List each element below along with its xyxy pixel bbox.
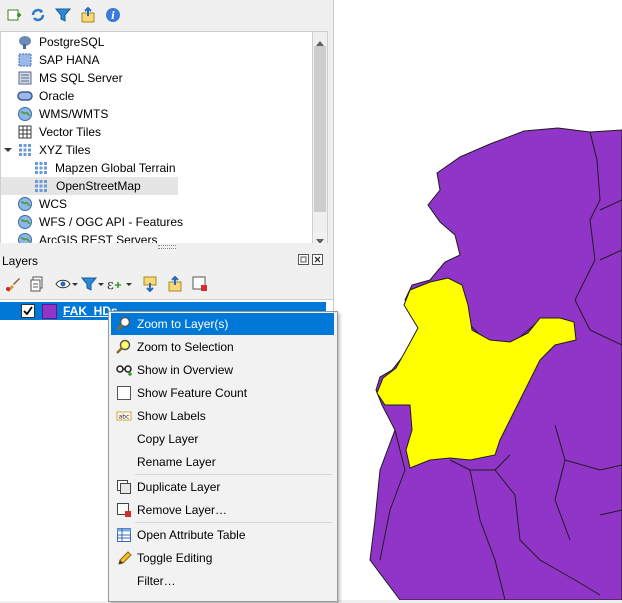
menu-item-show-labels[interactable]: abc Show Labels bbox=[111, 405, 334, 427]
grid-icon bbox=[17, 124, 33, 140]
chevron-down-icon[interactable] bbox=[97, 276, 105, 292]
grid-icon bbox=[33, 178, 49, 194]
menu-item-remove-layer[interactable]: Remove Layer… bbox=[111, 499, 334, 521]
menu-item-show-in-overview[interactable]: Show in Overview bbox=[111, 359, 334, 381]
browser-scrollbar[interactable] bbox=[312, 31, 328, 245]
svg-text:ε: ε bbox=[107, 278, 114, 292]
map-canvas[interactable] bbox=[334, 0, 622, 601]
duplicate-icon bbox=[116, 479, 132, 495]
scrollbar-thumb[interactable] bbox=[314, 46, 326, 212]
globe-icon bbox=[17, 196, 33, 212]
expression-filter-icon[interactable]: ε bbox=[106, 276, 122, 293]
svg-text:abc: abc bbox=[119, 414, 130, 421]
browser-toolbar: i bbox=[0, 0, 333, 30]
tree-item-openstreetmap[interactable]: OpenStreetMap bbox=[1, 177, 178, 195]
filter-icon[interactable] bbox=[54, 7, 72, 23]
menu-item-show-feature-count[interactable]: Show Feature Count bbox=[111, 382, 334, 404]
chevron-down-icon[interactable] bbox=[125, 276, 133, 292]
browser-tree: PostgreSQL SAP HANA MS SQL Server Oracle… bbox=[0, 31, 314, 245]
remove-layer-icon bbox=[116, 502, 132, 518]
postgresql-icon bbox=[17, 34, 33, 50]
expand-all-icon[interactable] bbox=[142, 276, 158, 293]
menu-item-copy-layer[interactable]: Copy Layer bbox=[111, 428, 334, 450]
grid-icon bbox=[17, 142, 33, 158]
oracle-icon bbox=[17, 88, 33, 104]
chevron-down-icon[interactable] bbox=[71, 276, 79, 292]
checkbox-icon bbox=[116, 385, 132, 401]
info-icon[interactable]: i bbox=[105, 7, 121, 23]
menu-item-open-attribute-table[interactable]: Open Attribute Table bbox=[111, 524, 334, 546]
panel-splitter[interactable] bbox=[0, 243, 333, 251]
float-panel-icon[interactable] bbox=[298, 254, 309, 268]
filter-icon[interactable] bbox=[80, 276, 98, 292]
layers-toolbar: ε bbox=[0, 271, 333, 299]
svg-text:i: i bbox=[111, 11, 115, 22]
menu-item-rename-layer[interactable]: Rename Layer bbox=[111, 451, 334, 473]
chevron-down-icon[interactable] bbox=[2, 142, 18, 158]
layer-symbol-swatch[interactable] bbox=[42, 304, 57, 319]
zoom-icon bbox=[116, 339, 132, 355]
close-panel-icon[interactable] bbox=[312, 254, 323, 268]
mssql-icon bbox=[17, 70, 33, 86]
style-brush-icon[interactable] bbox=[5, 276, 21, 292]
collapse-all-icon[interactable] bbox=[167, 275, 183, 292]
layer-visibility-checkbox[interactable] bbox=[21, 304, 35, 318]
grid-icon bbox=[33, 160, 49, 176]
layers-panel-header: Layers bbox=[0, 251, 333, 271]
menu-item-filter[interactable]: Filter… bbox=[111, 570, 334, 592]
map-polygons bbox=[369, 127, 622, 601]
menu-item-duplicate-layer[interactable]: Duplicate Layer bbox=[111, 476, 334, 498]
refresh-icon[interactable] bbox=[30, 7, 46, 23]
add-group-icon[interactable] bbox=[30, 276, 46, 292]
sap-hana-icon bbox=[17, 52, 33, 68]
table-icon bbox=[116, 527, 132, 543]
pencil-icon bbox=[116, 550, 132, 566]
remove-layer-icon[interactable] bbox=[192, 276, 208, 292]
layer-context-menu: Zoom to Layer(s) Zoom to Selection Show … bbox=[108, 311, 338, 602]
collapse-all-icon[interactable] bbox=[80, 6, 96, 23]
menu-item-zoom-to-layer[interactable]: Zoom to Layer(s) bbox=[111, 313, 334, 335]
globe-icon bbox=[17, 214, 33, 230]
menu-item-toggle-editing[interactable]: Toggle Editing bbox=[111, 547, 334, 569]
menu-separator bbox=[135, 474, 332, 475]
label-icon: abc bbox=[116, 408, 132, 424]
globe-icon bbox=[17, 106, 33, 122]
splitter-grip bbox=[158, 245, 176, 249]
menu-item-zoom-to-selection[interactable]: Zoom to Selection bbox=[111, 336, 334, 358]
add-layer-icon[interactable] bbox=[6, 7, 22, 23]
zoom-icon bbox=[116, 316, 132, 332]
layers-panel-title: Layers bbox=[2, 254, 39, 268]
menu-separator bbox=[135, 522, 332, 523]
glasses-icon bbox=[116, 362, 132, 378]
visibility-eye-icon[interactable] bbox=[55, 276, 71, 292]
